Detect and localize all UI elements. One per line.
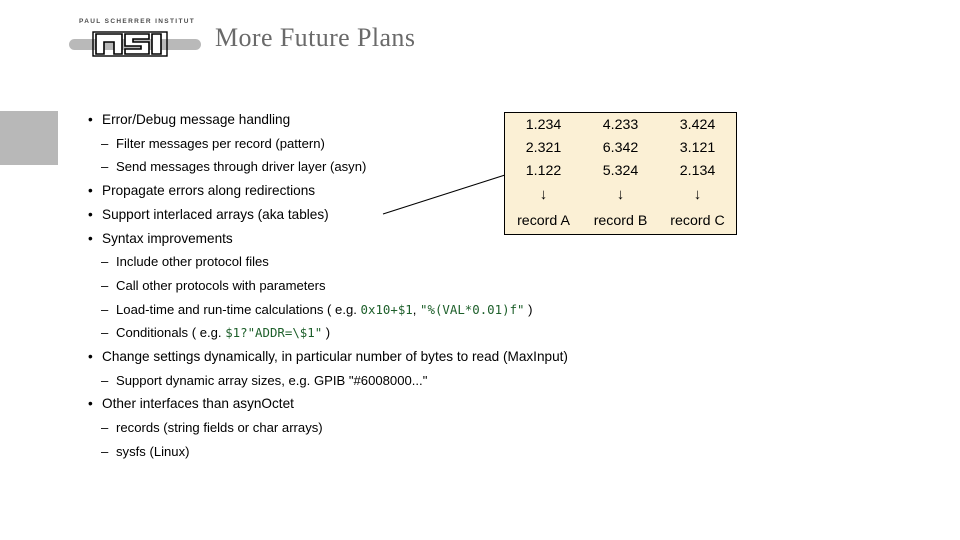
list-item-text: ) — [322, 325, 331, 341]
list-item: • Change settings dynamically, in particu… — [88, 345, 728, 369]
table-row: 2.321 6.342 3.121 — [505, 136, 736, 159]
table-label-row: record A record B record C — [505, 208, 736, 234]
bullet-marker-icon: – — [101, 372, 109, 388]
list-item: – Call other protocols with parameters — [88, 274, 728, 298]
record-table: 1.234 4.233 3.424 2.321 6.342 3.121 1.122 5.324… — [505, 113, 736, 234]
list-item-text: Error/Debug message handling — [102, 112, 291, 127]
list-item-text: Filter messages per record (pattern) — [116, 135, 325, 151]
bullet-marker-icon: • — [88, 112, 93, 127]
bullet-marker-icon: – — [101, 325, 109, 341]
bullet-marker-icon: – — [101, 277, 109, 293]
list-item-text: Syntax improvements — [102, 230, 233, 246]
table-cell: 4.233 — [602, 116, 639, 133]
table-cell: 2.321 — [525, 139, 562, 156]
table-cell: 6.342 — [602, 139, 639, 156]
inline-code: 0x10+$1 — [360, 301, 413, 317]
bullet-marker-icon: • — [88, 349, 93, 365]
bullet-marker-icon: – — [101, 159, 109, 175]
list-item: – Support dynamic array sizes, e.g. GPIB … — [88, 369, 728, 393]
bullet-marker-icon: • — [88, 206, 93, 222]
bullet-marker-icon: – — [101, 443, 109, 459]
list-item-text: Propagate errors along redirections — [102, 183, 316, 199]
bullet-marker-icon: • — [88, 230, 93, 246]
slide-header: PAUL SCHERRER INSTITUT More Future Plans — [0, 0, 960, 88]
table-arrow-row: ↓ ↓ ↓ — [505, 182, 736, 207]
list-item-text: Send messages through driver layer (asyn… — [116, 159, 367, 175]
table-cell: 3.121 — [679, 139, 716, 156]
bullet-marker-icon: – — [101, 254, 109, 270]
arrow-down-icon: ↓ — [539, 186, 548, 204]
table-cell: 3.424 — [679, 116, 716, 133]
arrow-down-icon: ↓ — [693, 186, 702, 204]
arrow-down-icon: ↓ — [616, 186, 625, 204]
bullet-marker-icon: – — [101, 135, 109, 151]
record-table-body: 1.234 4.233 3.424 2.321 6.342 3.121 1.122 5.324… — [505, 113, 736, 234]
list-item: – sysfs (Linux) — [88, 440, 728, 464]
list-item-text: , — [412, 301, 421, 317]
bullet-marker-icon: – — [101, 420, 109, 436]
list-item-text: records (string fields or char arrays) — [116, 420, 323, 436]
record-label: record B — [593, 212, 648, 229]
table-cell: 2.134 — [679, 162, 716, 179]
list-item-text: Load-time and run-time calculations ( e.… — [116, 301, 361, 317]
list-item: • Other interfaces than asynOctet — [88, 392, 728, 416]
list-item: – Conditionals ( e.g. $1?"ADDR=\$1" ) — [88, 321, 728, 345]
list-item-text: Support interlaced arrays (aka tables) — [102, 206, 329, 222]
bullet-marker-icon: • — [88, 396, 93, 412]
list-item-text: Include other protocol files — [116, 254, 269, 270]
left-accent-block — [0, 111, 58, 165]
table-cell: 1.234 — [525, 116, 562, 133]
list-item-text: Other interfaces than asynOctet — [102, 396, 294, 412]
psi-logo-institute-name: PAUL SCHERRER INSTITUT — [79, 18, 196, 25]
page-title: More Future Plans — [215, 23, 416, 52]
psi-logo: PAUL SCHERRER INSTITUT — [65, 18, 205, 64]
list-item-text: Change settings dynamically, in particul… — [102, 349, 568, 365]
psi-logo-mark — [69, 31, 201, 57]
table-cell: 1.122 — [525, 162, 562, 179]
bullet-marker-icon: – — [101, 301, 109, 317]
record-label: record A — [517, 212, 570, 229]
list-item-text: Support dynamic array sizes, e.g. GPIB "… — [116, 372, 428, 388]
list-item-text: ) — [524, 301, 533, 317]
table-cell: 5.324 — [602, 162, 639, 179]
record-table-callout: 1.234 4.233 3.424 2.321 6.342 3.121 1.122 5.324… — [504, 112, 737, 235]
record-label: record C — [670, 212, 725, 229]
list-item: – Load-time and run-time calculations ( e… — [88, 298, 728, 322]
bullet-marker-icon: • — [88, 183, 93, 199]
inline-code: "%(VAL*0.01)f" — [420, 301, 525, 317]
list-item: – Include other protocol files — [88, 250, 728, 274]
table-row: 1.234 4.233 3.424 — [505, 113, 736, 136]
list-item-text: Conditionals ( e.g. — [116, 325, 226, 341]
table-row: 1.122 5.324 2.134 — [505, 159, 736, 182]
list-item-text: Call other protocols with parameters — [116, 277, 326, 293]
list-item-text: sysfs (Linux) — [116, 443, 190, 459]
list-item: – records (string fields or char arrays) — [88, 416, 728, 440]
inline-code: $1?"ADDR=\$1" — [225, 325, 323, 341]
